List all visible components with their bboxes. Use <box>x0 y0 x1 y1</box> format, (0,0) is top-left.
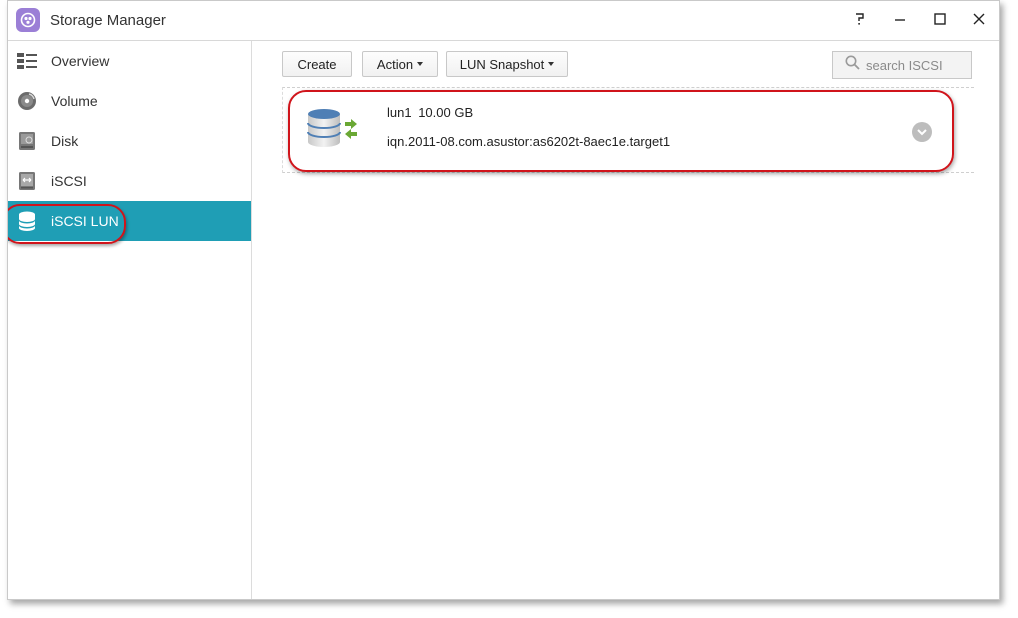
action-button-label: Action <box>376 56 414 72</box>
window-title: Storage Manager <box>50 12 166 29</box>
sidebar-item-disk[interactable]: Disk <box>8 121 251 161</box>
search-icon <box>845 55 860 75</box>
sidebar-item-label: Overview <box>51 53 110 69</box>
sidebar-item-iscsi[interactable]: iSCSI <box>8 161 251 201</box>
action-button[interactable]: Action <box>362 51 438 77</box>
minimize-button[interactable] <box>885 5 915 35</box>
iscsi-lun-database-icon <box>16 210 38 232</box>
maximize-icon <box>934 12 946 28</box>
overview-list-icon <box>16 50 38 72</box>
sidebar-item-volume[interactable]: Volume <box>8 81 251 121</box>
lun-snapshot-button-label: LUN Snapshot <box>459 56 545 72</box>
help-icon <box>854 12 866 29</box>
sidebar: Overview Volume Disk iSCSI iSCSI LUN <box>8 41 252 599</box>
sidebar-item-label: iSCSI LUN <box>51 213 119 229</box>
iscsi-target-icon <box>16 170 38 192</box>
minimize-icon <box>894 12 906 28</box>
close-icon <box>973 12 985 28</box>
disk-drive-icon <box>16 130 38 152</box>
dropdown-caret-icon <box>548 62 555 66</box>
sidebar-item-label: Volume <box>51 93 98 109</box>
lun-snapshot-button[interactable]: LUN Snapshot <box>446 51 568 77</box>
create-button[interactable]: Create <box>282 51 352 77</box>
main-content: Create Action LUN Snapshot search ISCSI … <box>252 41 999 599</box>
list-item[interactable]: lun1 10.00 GB iqn.2011-08.com.asustor:as… <box>283 88 974 172</box>
maximize-button[interactable] <box>925 5 955 35</box>
search-input[interactable] <box>866 57 966 73</box>
sidebar-item-iscsi-lun[interactable]: iSCSI LUN <box>8 201 251 244</box>
chevron-down-icon <box>917 123 927 141</box>
expand-button[interactable] <box>912 122 932 142</box>
create-button-label: Create <box>297 56 337 72</box>
title-bar: Storage Manager <box>8 1 999 41</box>
lun-iqn: iqn.2011-08.com.asustor:as6202t-8aec1e.t… <box>387 134 671 149</box>
close-button[interactable] <box>964 5 994 35</box>
lun-name-size: lun1 10.00 GB <box>387 105 473 120</box>
sidebar-item-overview[interactable]: Overview <box>8 41 251 81</box>
sidebar-item-label: Disk <box>51 133 79 149</box>
lun-list: lun1 10.00 GB iqn.2011-08.com.asustor:as… <box>282 87 974 173</box>
lun-name: lun1 <box>387 105 412 120</box>
search-box <box>832 51 972 79</box>
lun-size: 10.00 GB <box>418 105 474 120</box>
volume-disc-icon <box>16 90 38 112</box>
storage-manager-app-icon <box>16 8 40 32</box>
help-button[interactable] <box>845 5 875 35</box>
storage-manager-window: Storage Manager Overview Volume Disk iSC… <box>7 0 1000 600</box>
dropdown-caret-icon <box>417 62 424 66</box>
lun-database-mapped-icon <box>307 108 359 153</box>
sidebar-item-label: iSCSI <box>51 173 87 189</box>
